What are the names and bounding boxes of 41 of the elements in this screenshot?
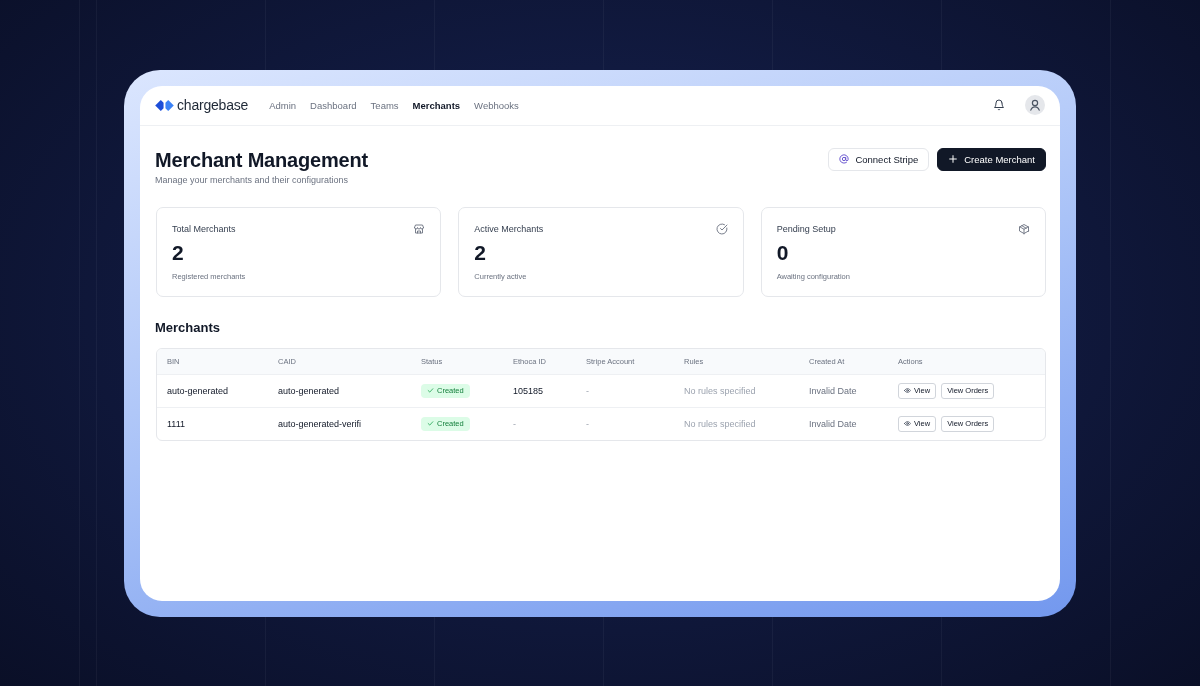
table-cell-text: - [585,418,590,429]
table-cell-text: No rules specified [683,385,757,396]
table-cell-text: auto-generated-verifi [277,418,363,429]
page-title: Merchant Management [155,147,368,172]
nav-link[interactable]: Admin [269,99,297,111]
table-cell-text: Invalid Date [808,418,858,429]
at-sign-icon [839,154,850,164]
table-cell-text: 1111 [166,418,187,429]
table-cell-text: Invalid Date [808,385,858,396]
table-cell-text: auto-generated [277,385,341,396]
eye-icon [904,388,911,393]
stat-value: 2 [474,240,487,265]
nav-link[interactable]: Merchants [412,99,461,111]
diamond-logo-icon [155,98,174,112]
connect-button[interactable]: Connect Stripe [828,147,930,171]
user-avatar-icon[interactable] [1025,95,1045,115]
nav-link[interactable]: Teams [370,99,399,111]
stat-label: Total Merchants [172,222,236,235]
table-cell-text: No rules specified [683,418,757,429]
stat-value: 0 [776,240,790,265]
bell-icon[interactable] [993,99,1005,111]
plus-icon [948,154,959,164]
nav-link[interactable]: Dashboard [310,99,357,111]
table-cell-text: 105185 [512,385,545,396]
check-icon [427,387,434,394]
stat-label: Pending Setup [776,222,836,235]
stat-value: 2 [172,240,185,265]
eye-icon [904,421,911,426]
page-subtitle: Manage your merchants and their configurations [155,173,350,186]
nav-link[interactable]: Webhooks [474,99,519,111]
stat-label: Active Merchants [474,222,544,235]
table-cell-text: - [512,418,517,429]
box-icon [1018,222,1030,235]
table-cell-text: auto-generated [166,385,230,396]
logo-text: chargebase [177,97,249,113]
create-button[interactable]: Create Merchant [937,147,1046,171]
check-icon [427,420,434,427]
store-icon [413,222,426,235]
check-circle-icon [715,222,728,235]
section-title: Merchants [155,319,222,336]
table-cell-text: - [585,385,590,396]
